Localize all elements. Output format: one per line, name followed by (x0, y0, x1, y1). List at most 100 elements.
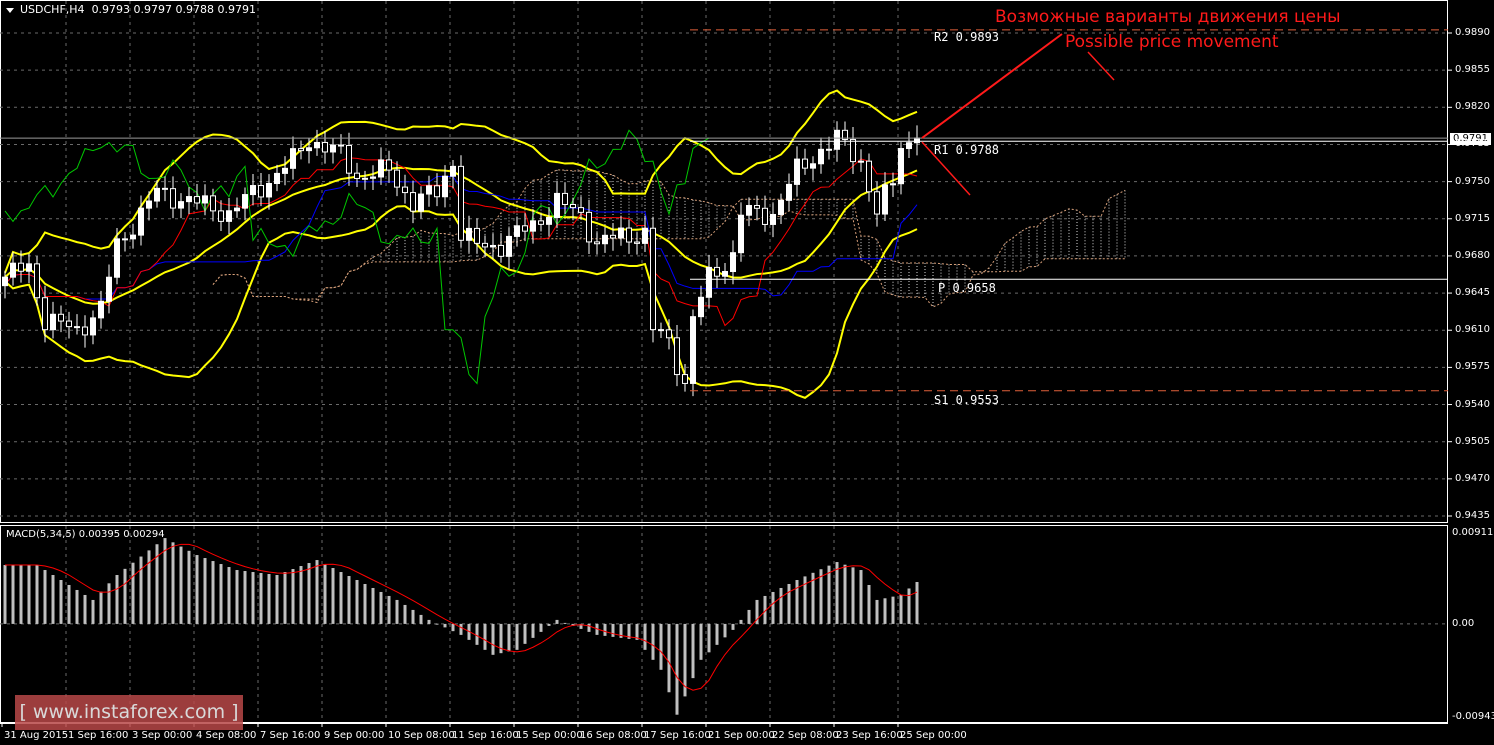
candle-bull (242, 194, 248, 209)
candle-bear (482, 242, 488, 248)
candle-bull (26, 263, 32, 272)
candle-bull (794, 158, 800, 185)
candle-bull (898, 148, 904, 185)
candle-bull (122, 238, 128, 241)
candle-bear (666, 329, 672, 339)
candle-bear (458, 165, 464, 241)
candle-bull (290, 148, 296, 169)
macd-histogram-bar (211, 561, 215, 624)
dropdown-triangle-icon[interactable] (6, 7, 14, 13)
candle-bull (306, 147, 312, 152)
time-tick-label: 4 Sep 08:00 (196, 730, 257, 741)
candle-bear (402, 186, 408, 194)
macd-histogram-bar (411, 609, 415, 624)
time-tick-label: 23 Sep 16:00 (836, 730, 903, 741)
macd-tick-label: 0.00 (1452, 617, 1475, 629)
time-tick-label: 25 Sep 00:00 (900, 730, 967, 741)
macd-histogram-bar (795, 579, 799, 624)
macd-histogram-bar (915, 581, 919, 624)
candle-bull (178, 201, 184, 209)
macd-histogram-bar (339, 572, 343, 624)
candle-bull (442, 175, 448, 198)
candle-bear (474, 227, 480, 244)
macd-histogram-bar (107, 583, 111, 624)
macd-histogram-bar (555, 619, 559, 624)
macd-histogram-bar (731, 623, 735, 630)
macd-histogram-bar (315, 560, 319, 624)
macd-histogram-bar (139, 556, 143, 624)
candle-bull (50, 313, 56, 331)
candle-bear (410, 192, 416, 212)
macd-histogram-bar (835, 562, 839, 624)
candle-bull (186, 196, 192, 203)
candle-bear (522, 225, 528, 232)
candle-bear (346, 144, 352, 174)
macd-histogram-bar (19, 565, 23, 624)
macd-histogram-bar (123, 568, 127, 624)
annotation-en: Possible price movement (1065, 32, 1279, 52)
level-label-s1: S1 0.9553 (934, 392, 1000, 407)
macd-histogram-bar (203, 558, 207, 624)
symbol-label: USDCHF,H4 (20, 3, 85, 16)
candle-bull (250, 185, 256, 196)
macd-histogram-bar (27, 565, 31, 624)
macd-histogram-bar (331, 568, 335, 624)
macd-histogram-bar (907, 588, 911, 624)
candle-bull (722, 271, 728, 277)
candle-bear (34, 263, 40, 299)
candle-bull (786, 183, 792, 201)
chart-title: USDCHF,H4 0.9793 0.9797 0.9788 0.9791 (6, 3, 256, 16)
candle-bull (834, 129, 840, 150)
macd-tick-label: 0.00911 (1452, 527, 1494, 538)
price-tick-label: 0.9785 (1455, 138, 1490, 150)
candle-bear (170, 188, 176, 209)
macd-histogram-bar (347, 576, 351, 624)
macd-histogram-bar (59, 579, 63, 624)
macd-histogram-bar (67, 584, 71, 624)
price-chart[interactable] (0, 0, 1494, 745)
price-tick-label: 0.9435 (1455, 510, 1490, 521)
macd-histogram-bar (131, 562, 135, 624)
macd-histogram-bar (187, 550, 191, 624)
macd-histogram-bar (443, 623, 447, 628)
candle-bear (610, 234, 616, 239)
candle-bear (82, 326, 88, 336)
candle-bull (618, 227, 624, 239)
time-tick-label: 17 Sep 16:00 (644, 730, 711, 741)
candle-bull (554, 192, 560, 219)
candle-bull (330, 144, 336, 153)
price-tick-label: 0.9820 (1455, 101, 1490, 113)
macd-histogram-bar (883, 598, 887, 624)
ohlc-values: 0.9793 0.9797 0.9788 0.9791 (91, 3, 257, 16)
macd-histogram-bar (323, 564, 327, 624)
candle-bull (274, 172, 280, 185)
candle-bull (314, 141, 320, 149)
candle-bear (802, 158, 808, 169)
macd-histogram-bar (403, 604, 407, 624)
macd-label: MACD(5,34,5) 0.00395 0.00294 (6, 529, 165, 540)
watermark-text: [ www.instaforex.com ] (19, 701, 239, 723)
macd-histogram-bar (611, 623, 615, 637)
macd-histogram-bar (419, 614, 423, 624)
candle-bull (10, 262, 16, 278)
candle-bull (882, 184, 888, 215)
candle-bull (146, 200, 152, 209)
macd-histogram-bar (643, 623, 647, 650)
macd-histogram-bar (35, 565, 39, 624)
candle-bull (450, 165, 456, 177)
candle-bull (490, 244, 496, 248)
candle-bull (890, 183, 896, 186)
macd-histogram-bar (771, 591, 775, 624)
macd-histogram-bar (827, 565, 831, 624)
candle-bear (650, 227, 656, 331)
annotation-pointer (1087, 51, 1115, 81)
candle-bear (674, 337, 680, 376)
macd-histogram-bar (667, 623, 671, 693)
candle-bear (658, 329, 664, 332)
macd-histogram-bar (115, 575, 119, 624)
candle-bear (714, 266, 720, 277)
macd-histogram-bar (675, 623, 679, 715)
macd-histogram-bar (547, 623, 551, 626)
time-tick-label: 1 Sep 16:00 (68, 730, 129, 741)
candle-bull (506, 235, 512, 257)
